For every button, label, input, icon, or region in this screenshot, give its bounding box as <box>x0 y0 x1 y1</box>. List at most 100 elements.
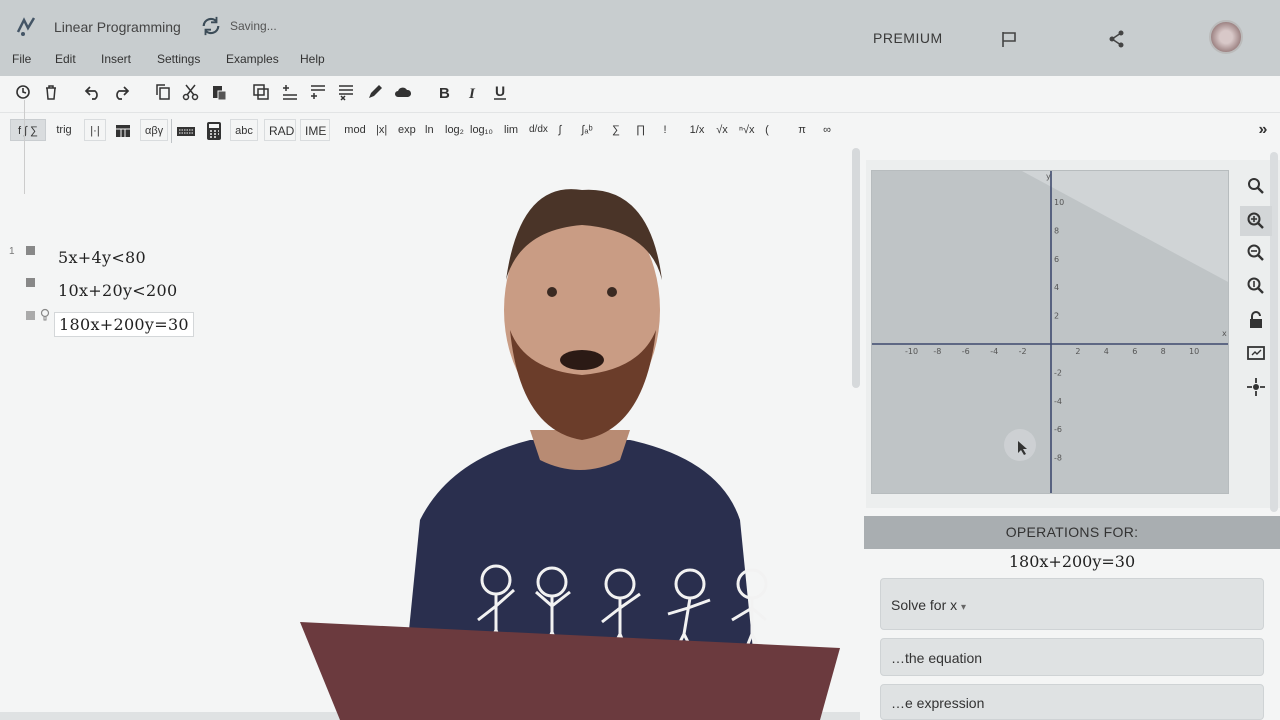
ime-toggle[interactable]: IME <box>300 119 330 141</box>
y-tick-label: 10 <box>1054 198 1064 207</box>
calculator-icon[interactable] <box>205 121 223 141</box>
ln-key[interactable]: ln <box>421 119 437 141</box>
x-tick-label: 8 <box>1161 347 1166 356</box>
definite-integral-key[interactable]: ∫ₐᵇ <box>576 119 598 141</box>
zoom-in-icon[interactable] <box>1246 211 1266 231</box>
equation-line-1[interactable]: 5x+4y<80 <box>58 248 146 267</box>
matrix-icon[interactable] <box>114 123 132 139</box>
graph-color-icon[interactable] <box>26 278 35 287</box>
menu-examples[interactable]: Examples <box>226 52 279 66</box>
insert-line-above-icon[interactable] <box>281 83 299 101</box>
y-tick-label: -4 <box>1054 397 1062 406</box>
x-tick-label: -4 <box>990 347 998 356</box>
undo-icon[interactable] <box>84 83 102 101</box>
fit-screen-icon[interactable] <box>1246 343 1266 363</box>
bold-icon[interactable]: B <box>435 83 453 101</box>
svg-text:I: I <box>468 86 476 101</box>
graph-color-icon[interactable] <box>26 311 35 320</box>
product-key[interactable]: ∏ <box>632 119 648 141</box>
x-tick-label: -8 <box>933 347 941 356</box>
graph-canvas[interactable]: -10 -8 -6 -4 -2 2 4 6 8 10 10 8 6 4 2 -2 -4 -6 -8 x y <box>871 170 1229 494</box>
y-tick-label: 8 <box>1054 226 1059 235</box>
solve-for-button[interactable]: Solve for x ▾ <box>880 578 1264 630</box>
greek-tab[interactable]: αβγ <box>140 119 168 141</box>
svg-text:B: B <box>439 85 450 101</box>
delete-line-icon[interactable] <box>337 83 355 101</box>
functions-tab[interactable]: f ∫ ∑ <box>10 119 46 141</box>
exp-key[interactable]: exp <box>394 119 418 141</box>
share-icon[interactable] <box>1108 30 1126 48</box>
operations-equation: 180x+200y=30 <box>1008 552 1136 571</box>
chevron-down-icon: ▾ <box>961 602 967 613</box>
y-tick-label: -6 <box>1054 425 1062 434</box>
center-target-icon[interactable] <box>1246 377 1266 397</box>
abs-x-key[interactable]: |x| <box>372 119 390 141</box>
y-tick-label: -8 <box>1054 454 1062 463</box>
derivative-key[interactable]: d/dx <box>525 119 549 141</box>
factorial-key[interactable]: ! <box>658 119 672 141</box>
log10-key[interactable]: log₁₀ <box>466 119 494 141</box>
menu-settings[interactable]: Settings <box>157 52 200 66</box>
solve-for-label: Solve for x <box>891 597 958 613</box>
sync-icon <box>202 16 220 36</box>
parenthesis-key[interactable]: ( <box>760 119 774 141</box>
mod-key[interactable]: mod <box>340 119 370 141</box>
history-icon[interactable] <box>14 83 32 101</box>
cloud-icon[interactable] <box>394 83 412 101</box>
horizontal-scrollbar[interactable] <box>0 712 860 720</box>
user-avatar[interactable] <box>1209 20 1243 54</box>
toolbar-separator <box>171 119 172 143</box>
lightbulb-icon[interactable] <box>40 308 50 322</box>
math-editor[interactable] <box>0 148 860 720</box>
x-tick-label: 4 <box>1104 347 1109 356</box>
menu-file[interactable]: File <box>12 52 31 66</box>
lock-icon[interactable] <box>1246 310 1266 330</box>
flag-icon[interactable] <box>1000 30 1018 48</box>
more-keys-button[interactable]: » <box>1252 119 1274 141</box>
sqrt-key[interactable]: √x <box>711 119 733 141</box>
operation-button[interactable]: …e expression <box>880 684 1264 720</box>
abc-tab[interactable]: abc <box>230 119 258 141</box>
cut-icon[interactable] <box>182 83 200 101</box>
paste-icon[interactable] <box>210 83 228 101</box>
insert-line-below-icon[interactable] <box>309 83 327 101</box>
document-title[interactable]: Linear Programming <box>54 19 181 35</box>
app-logo-icon[interactable] <box>14 14 38 38</box>
sum-key[interactable]: ∑ <box>608 119 624 141</box>
svg-text:U: U <box>495 83 505 99</box>
trig-tab[interactable]: trig <box>50 119 78 141</box>
keyboard-icon[interactable] <box>176 123 196 139</box>
equation-line-2[interactable]: 10x+20y<200 <box>58 281 177 300</box>
reciprocal-key[interactable]: 1/x <box>684 119 710 141</box>
rad-toggle[interactable]: RAD <box>264 119 296 141</box>
y-axis-label: y <box>1046 172 1051 181</box>
operation-button[interactable]: …the equation <box>880 638 1264 676</box>
zoom-out-icon[interactable] <box>1246 243 1266 263</box>
x-axis-label: x <box>1222 329 1227 338</box>
duplicate-icon[interactable] <box>252 83 270 101</box>
italic-icon[interactable]: I <box>463 83 481 101</box>
limit-key[interactable]: lim <box>500 119 522 141</box>
redo-icon[interactable] <box>112 83 130 101</box>
zoom-reset-icon[interactable] <box>1246 276 1266 296</box>
underline-icon[interactable]: U <box>491 83 509 101</box>
title-bar: Linear Programming Saving... File Edit I… <box>0 0 1280 76</box>
menu-edit[interactable]: Edit <box>55 52 76 66</box>
menu-help[interactable]: Help <box>300 52 325 66</box>
infinity-key[interactable]: ∞ <box>818 119 836 141</box>
line-gutter <box>24 100 25 194</box>
nth-root-key[interactable]: ⁿ√x <box>735 119 757 141</box>
abs-tab[interactable]: |·| <box>84 119 106 141</box>
trash-icon[interactable] <box>42 83 60 101</box>
graph-color-icon[interactable] <box>26 246 35 255</box>
editor-scrollbar[interactable] <box>852 148 860 388</box>
equation-line-3[interactable]: 180x+200y=30 <box>54 312 194 337</box>
integral-key[interactable]: ∫ <box>552 119 568 141</box>
menu-insert[interactable]: Insert <box>101 52 131 66</box>
log2-key[interactable]: log₂ <box>441 119 465 141</box>
zoom-search-icon[interactable] <box>1246 176 1266 196</box>
premium-link[interactable]: PREMIUM <box>873 30 943 46</box>
pencil-icon[interactable] <box>366 83 384 101</box>
copy-icon[interactable] <box>154 83 172 101</box>
pi-key[interactable]: π <box>794 119 810 141</box>
